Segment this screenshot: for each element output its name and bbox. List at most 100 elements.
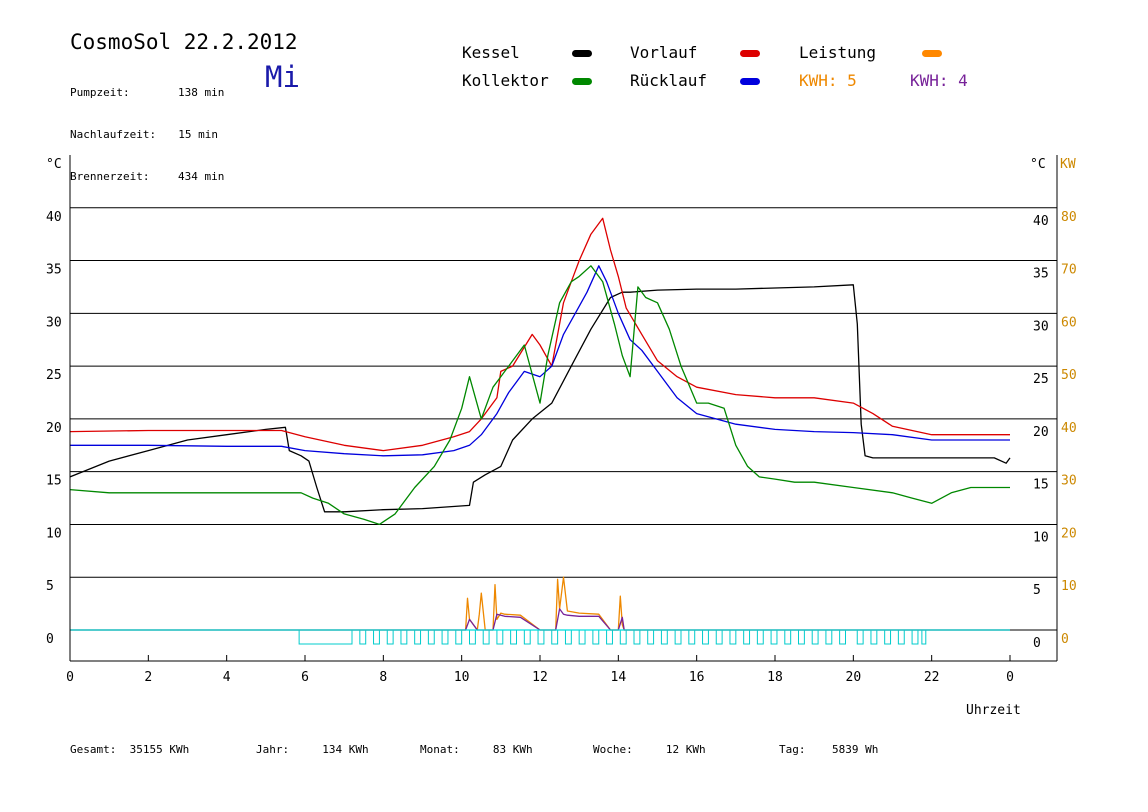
- y-tick-power-label: 40: [1061, 421, 1077, 436]
- y-tick-left-label: 5: [46, 579, 54, 594]
- y-axis-power-unit: KW: [1060, 157, 1076, 172]
- series-kwh-purple: [70, 608, 1010, 631]
- pump-on-marker: [756, 629, 764, 645]
- pump-on-marker: [884, 629, 892, 645]
- x-tick-label: 16: [689, 670, 705, 685]
- x-tick-label: 22: [924, 670, 940, 685]
- pump-on-marker: [715, 629, 723, 645]
- y-tick-right-label: 15: [1033, 478, 1049, 493]
- pump-on-marker: [496, 629, 504, 645]
- y-tick-left-label: 30: [46, 315, 62, 330]
- pump-on-marker: [921, 629, 927, 645]
- pump-on-marker: [770, 629, 778, 645]
- pump-on-marker: [911, 629, 919, 645]
- y-tick-right-label: 0: [1033, 636, 1041, 651]
- pump-on-marker: [414, 629, 422, 645]
- pump-on-marker: [619, 629, 627, 645]
- series-ruecklauf: [70, 265, 1010, 457]
- series-kessel: [69, 284, 1011, 513]
- pump-on-marker: [825, 629, 833, 645]
- y-tick-right-label: 40: [1033, 214, 1049, 229]
- y-tick-power-label: 50: [1061, 368, 1077, 383]
- y-tick-left-label: 35: [46, 263, 62, 278]
- temperature-chart: 0 0 05 5 1010 10 2015 15 3020 20 4025 25 5030 30 6035 3…: [46, 155, 1077, 718]
- x-tick-label: 18: [767, 670, 783, 685]
- pump-on-marker: [839, 629, 846, 645]
- pump-on-marker: [400, 629, 408, 645]
- series-leistung: [70, 576, 1010, 631]
- y-tick-left-label: 40: [46, 210, 62, 225]
- pump-on-marker: [510, 629, 517, 645]
- series-vorlauf: [69, 217, 1010, 452]
- footer-jahr-label: Jahr:: [256, 743, 290, 756]
- y-tick-left-label: 20: [46, 421, 62, 436]
- pump-on-marker: [729, 629, 737, 645]
- pump-on-marker: [455, 629, 463, 645]
- footer-gesamt-value: 35155 KWh: [129, 743, 190, 756]
- y-tick-power-label: 60: [1061, 315, 1077, 330]
- x-tick-label: 14: [611, 670, 627, 685]
- y-tick-right-label: 20: [1033, 425, 1049, 440]
- pump-on-marker: [578, 629, 586, 645]
- pump-on-marker: [674, 629, 682, 645]
- y-tick-right-label: 30: [1033, 319, 1049, 334]
- pump-on-marker: [592, 629, 600, 645]
- y-tick-left-label: 15: [46, 474, 62, 489]
- footer-tag-label: Tag:: [779, 743, 806, 756]
- pump-on-marker: [647, 629, 655, 645]
- y-tick-right-label: 5: [1033, 583, 1041, 598]
- x-tick-label: 2: [144, 670, 152, 685]
- y-tick-right-label: 35: [1033, 267, 1049, 282]
- pump-on-marker: [359, 629, 367, 645]
- y-tick-power-label: 10: [1061, 579, 1077, 594]
- pump-on-marker: [870, 629, 878, 645]
- x-tick-label: 20: [846, 670, 862, 685]
- pump-on-marker: [298, 629, 353, 645]
- y-axis-left-unit: °C: [46, 157, 62, 172]
- y-axis-right-unit: °C: [1030, 157, 1046, 172]
- pump-on-marker: [633, 629, 641, 645]
- pump-on-marker: [606, 629, 613, 645]
- y-tick-power-label: 80: [1061, 210, 1077, 225]
- pump-on-marker: [856, 629, 864, 645]
- pump-on-marker: [564, 629, 572, 645]
- x-axis-label: Uhrzeit: [966, 703, 1021, 718]
- footer-jahr-value: 134 KWh: [322, 743, 369, 756]
- pump-on-marker: [688, 629, 696, 645]
- x-tick-label: 12: [532, 670, 548, 685]
- pump-on-marker: [469, 629, 476, 645]
- footer-tag-value: 5839 Wh: [832, 743, 879, 756]
- x-tick-label: 0: [1006, 670, 1014, 685]
- y-tick-power-label: 70: [1061, 263, 1077, 278]
- footer-monat-value: 83 KWh: [492, 743, 533, 756]
- y-tick-right-label: 25: [1033, 372, 1049, 387]
- pump-on-marker: [537, 629, 545, 645]
- pump-on-marker: [743, 629, 751, 645]
- footer-woche: Woche: 12 KWh: [593, 743, 706, 756]
- x-tick-label: 4: [223, 670, 231, 685]
- x-tick-label: 8: [379, 670, 387, 685]
- footer-monat: Monat: 83 KWh: [420, 743, 533, 756]
- footer-monat-label: Monat:: [420, 743, 460, 756]
- pump-on-marker: [373, 629, 380, 645]
- footer-woche-label: Woche:: [593, 743, 633, 756]
- series-kollektor: [69, 265, 1010, 526]
- y-tick-left-label: 25: [46, 368, 62, 383]
- pump-on-marker: [784, 629, 792, 645]
- y-tick-left-label: 0: [46, 632, 54, 647]
- footer-woche-value: 12 KWh: [665, 743, 706, 756]
- footer-tag: Tag: 5839 Wh: [779, 743, 878, 756]
- pump-on-marker: [482, 629, 490, 645]
- pump-on-marker: [897, 629, 905, 645]
- y-tick-left-label: 10: [46, 526, 62, 541]
- pump-on-marker: [386, 629, 394, 645]
- pump-on-marker: [798, 629, 805, 645]
- footer-gesamt-label: Gesamt:: [70, 743, 117, 756]
- x-tick-label: 10: [454, 670, 470, 685]
- y-tick-power-label: 0: [1061, 632, 1069, 647]
- pump-on-marker: [811, 629, 819, 645]
- y-tick-power-label: 30: [1061, 474, 1077, 489]
- footer-jahr: Jahr: 134 KWh: [256, 743, 369, 756]
- pump-on-marker: [551, 629, 559, 645]
- y-tick-right-label: 10: [1033, 530, 1049, 545]
